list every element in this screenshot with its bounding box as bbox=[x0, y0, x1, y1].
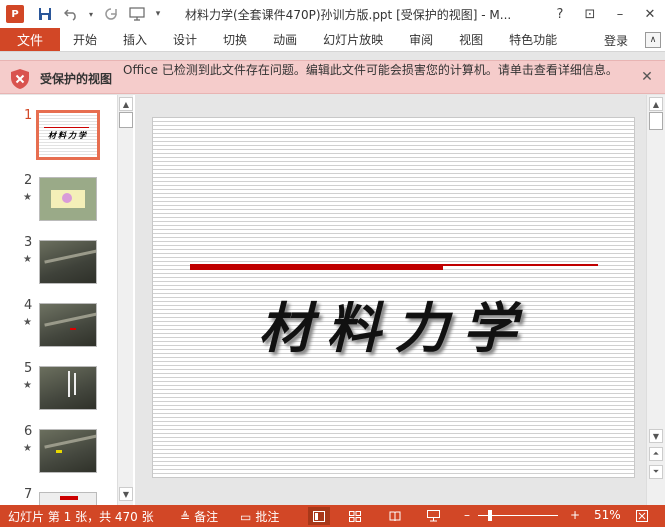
title-bar: P ▾ ▾ 材料力学(全套课件470P)孙训方版.ppt [受保护的视图] - … bbox=[0, 0, 665, 28]
slideshow-view-icon[interactable] bbox=[422, 507, 444, 525]
slide-thumbnail-pane: 1 材料力学 2 ★ 3 ★ 4 ★ 5 ★ 6 ★ 7 ▲ ▼ bbox=[0, 95, 135, 505]
animation-star-icon: ★ bbox=[23, 443, 32, 454]
tab-review[interactable]: 审阅 bbox=[396, 28, 446, 51]
previous-slide-icon[interactable]: ⏶ bbox=[649, 447, 663, 461]
current-slide[interactable]: 材料力学 bbox=[152, 117, 635, 478]
slide-title[interactable]: 材料力学 bbox=[153, 284, 634, 363]
slide-count-status: 幻灯片 第 1 张，共 470 张 bbox=[8, 510, 154, 524]
redo-icon[interactable] bbox=[100, 3, 122, 25]
tab-design[interactable]: 设计 bbox=[160, 28, 210, 51]
animation-star-icon: ★ bbox=[23, 380, 32, 391]
slide-thumbnail-6[interactable] bbox=[39, 429, 97, 473]
ribbon-tabs: 文件 开始 插入 设计 切换 动画 幻灯片放映 审阅 视图 特色功能 登录 ∧ bbox=[0, 28, 665, 52]
notes-label: 备注 bbox=[194, 510, 219, 524]
tab-home[interactable]: 开始 bbox=[60, 28, 110, 51]
undo-dropdown-icon[interactable]: ▾ bbox=[86, 3, 96, 25]
ribbon-display-options-button[interactable]: ⊡ bbox=[575, 0, 605, 28]
undo-icon[interactable] bbox=[60, 3, 82, 25]
window-title: 材料力学(全套课件470P)孙训方版.ppt [受保护的视图] - M... bbox=[185, 8, 512, 22]
scroll-down-icon[interactable]: ▼ bbox=[649, 429, 663, 443]
comments-button[interactable]: ▭ 批注 bbox=[240, 508, 279, 525]
tab-view[interactable]: 视图 bbox=[446, 28, 496, 51]
thumb-number: 1 bbox=[24, 108, 33, 123]
thumb-number: 2 bbox=[24, 173, 33, 188]
status-bar: 幻灯片 第 1 张，共 470 张 ≜ 备注 ▭ 批注 – + 51% bbox=[0, 505, 665, 527]
tab-animations[interactable]: 动画 bbox=[260, 28, 310, 51]
slide-sorter-icon[interactable] bbox=[344, 507, 366, 525]
comment-icon: ▭ bbox=[240, 509, 252, 524]
help-button[interactable]: ? bbox=[545, 0, 575, 28]
slide-thumbnail-1[interactable]: 材料力学 bbox=[36, 110, 100, 160]
animation-star-icon: ★ bbox=[23, 317, 32, 328]
slide-thumbnail-3[interactable] bbox=[39, 240, 97, 284]
thumb-number: 3 bbox=[24, 235, 33, 250]
slideshow-start-icon[interactable] bbox=[126, 3, 148, 25]
slide-editing-area: 材料力学 bbox=[136, 95, 646, 505]
save-icon[interactable] bbox=[34, 3, 56, 25]
slide-thumbnail-2[interactable] bbox=[39, 177, 97, 221]
animation-star-icon: ★ bbox=[23, 192, 32, 203]
thumb-number: 5 bbox=[24, 361, 33, 376]
minimize-button[interactable]: – bbox=[605, 0, 635, 28]
tab-file[interactable]: 文件 bbox=[0, 28, 60, 51]
customize-qat-icon[interactable]: ▾ bbox=[152, 3, 164, 25]
zoom-in-button[interactable]: + bbox=[570, 508, 580, 522]
zoom-out-button[interactable]: – bbox=[464, 508, 470, 522]
fit-slide-to-window-icon[interactable] bbox=[631, 507, 653, 525]
protected-view-bar: 受保护的视图 Office 已检测到此文件存在问题。编辑此文件可能会损害您的计算… bbox=[0, 60, 665, 94]
slide-thumbnail-7[interactable] bbox=[39, 492, 97, 505]
notes-button[interactable]: ≜ 备注 bbox=[180, 508, 218, 525]
thumb-number: 4 bbox=[24, 298, 33, 313]
tab-transitions[interactable]: 切换 bbox=[210, 28, 260, 51]
protected-view-message[interactable]: Office 已检测到此文件存在问题。编辑此文件可能会损害您的计算机。请单击查看… bbox=[123, 63, 628, 78]
comments-label: 批注 bbox=[255, 510, 280, 524]
thumb-number: 6 bbox=[24, 424, 33, 439]
tab-insert[interactable]: 插入 bbox=[110, 28, 160, 51]
close-window-button[interactable]: ✕ bbox=[635, 0, 665, 28]
next-slide-icon[interactable]: ⏷ bbox=[649, 465, 663, 479]
thumbnail-scrollbar[interactable]: ▲ ▼ bbox=[117, 95, 133, 505]
shield-warning-icon bbox=[11, 69, 29, 89]
powerpoint-app-icon[interactable]: P bbox=[6, 5, 24, 23]
close-protected-bar-button[interactable]: ✕ bbox=[639, 69, 655, 85]
tab-special-features[interactable]: 特色功能 bbox=[496, 28, 570, 51]
thumb-title: 材料力学 bbox=[48, 131, 88, 140]
notes-icon: ≜ bbox=[180, 509, 191, 524]
slide-thumbnail-4[interactable] bbox=[39, 303, 97, 347]
reading-view-icon[interactable] bbox=[384, 507, 406, 525]
scroll-up-icon[interactable]: ▲ bbox=[119, 97, 133, 111]
scrollbar-thumb[interactable] bbox=[649, 112, 663, 130]
scroll-up-icon[interactable]: ▲ bbox=[649, 97, 663, 111]
scroll-down-icon[interactable]: ▼ bbox=[119, 487, 133, 501]
collapse-ribbon-icon[interactable]: ∧ bbox=[645, 32, 661, 48]
protected-view-title: 受保护的视图 bbox=[40, 72, 113, 86]
zoom-slider-knob[interactable] bbox=[488, 510, 492, 521]
normal-view-icon[interactable] bbox=[308, 507, 330, 525]
decorative-red-bar bbox=[190, 265, 443, 270]
animation-star-icon: ★ bbox=[23, 254, 32, 265]
thumb-number: 7 bbox=[24, 487, 33, 502]
zoom-level[interactable]: 51% bbox=[594, 508, 621, 522]
login-button[interactable]: 登录 bbox=[591, 28, 641, 52]
slide-thumbnail-5[interactable] bbox=[39, 366, 97, 410]
slide-scrollbar[interactable]: ▲ ▼ ⏶ ⏷ bbox=[646, 95, 665, 505]
tab-slideshow[interactable]: 幻灯片放映 bbox=[310, 28, 396, 51]
scrollbar-thumb[interactable] bbox=[119, 112, 133, 128]
